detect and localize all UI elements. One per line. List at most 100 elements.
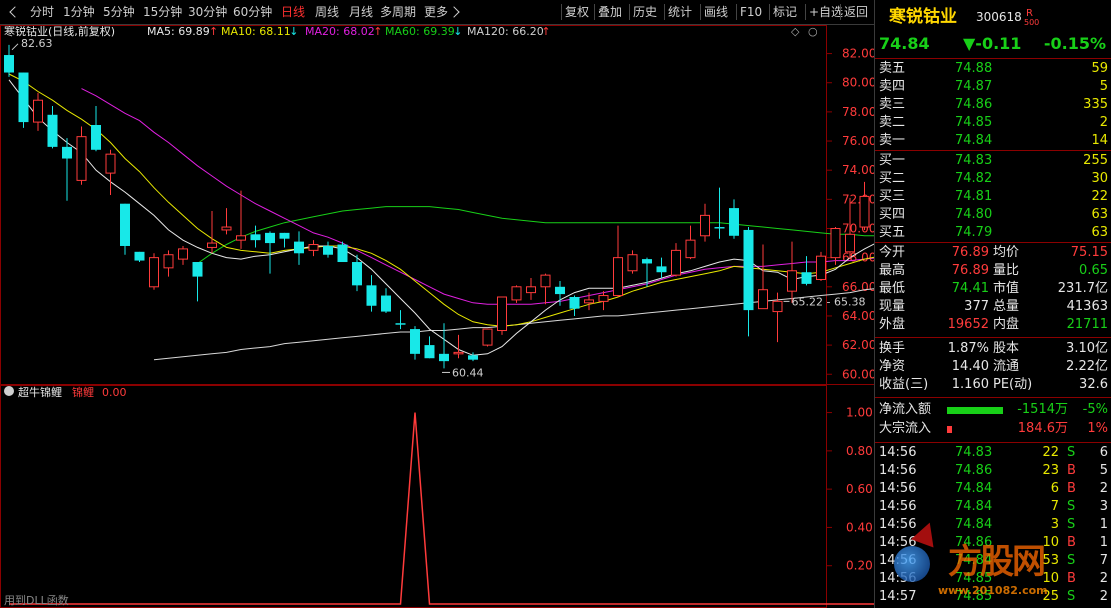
y-tick-label: 80.00 xyxy=(842,76,874,90)
candle-body xyxy=(598,295,609,302)
candle-body xyxy=(62,146,72,159)
toolbar-action-7[interactable]: +自选 xyxy=(809,0,843,24)
toolbar-action-8[interactable]: 返回 xyxy=(844,0,868,24)
chevron-left-icon[interactable] xyxy=(9,6,21,18)
bid-label: 买五 xyxy=(879,225,906,240)
stat-value: 377 xyxy=(964,299,989,314)
ask-volume: 59 xyxy=(1091,61,1108,76)
ask-label: 卖一 xyxy=(879,133,906,148)
stat-value: 0.65 xyxy=(1079,263,1108,278)
bid-label: 买一 xyxy=(879,153,906,168)
bid-price: 74.81 xyxy=(955,189,993,204)
ask-price: 74.85 xyxy=(955,115,993,130)
stock-tag-num: 500 xyxy=(1024,18,1040,27)
tick-volume: 22 xyxy=(1042,445,1059,460)
candle-body xyxy=(569,297,580,309)
stat-value: 76.89 xyxy=(951,263,989,278)
chevron-right-icon[interactable] xyxy=(448,6,460,18)
period-tab-10[interactable]: 更多 xyxy=(424,0,448,24)
candle-body xyxy=(497,296,507,332)
y-tick-label: 64.00 xyxy=(842,309,874,323)
tick-count: 2 xyxy=(1099,481,1108,496)
stat-key: 现量 xyxy=(879,299,906,314)
flow-divider xyxy=(875,397,1111,398)
ask-label: 卖二 xyxy=(879,115,906,130)
flow-bar xyxy=(947,407,1003,414)
candle-body xyxy=(410,329,420,354)
tick-side-buy: B xyxy=(1067,481,1076,496)
period-tab-0[interactable]: 分时 xyxy=(30,0,54,24)
y-tick-label: 76.00 xyxy=(842,134,874,148)
candle-body xyxy=(627,254,638,272)
dll-footnote: 用到DLL函数 xyxy=(4,594,69,607)
toolbar-divider xyxy=(664,4,665,20)
candle-body xyxy=(221,226,232,231)
toolbar-action-0[interactable]: 复权 xyxy=(565,0,589,24)
candlestick-chart[interactable]: 82.0080.0078.0076.0074.0072.0070.0068.00… xyxy=(0,25,874,385)
tick-side-buy: B xyxy=(1067,463,1076,478)
candle-body xyxy=(120,203,130,246)
candle-body xyxy=(584,299,594,304)
candle-body xyxy=(91,125,101,150)
toolbar-divider xyxy=(736,4,737,20)
ma5-line xyxy=(8,79,874,356)
toolbar-action-2[interactable]: 历史 xyxy=(633,0,657,24)
flow-pct: 1% xyxy=(1087,421,1108,436)
bid-volume: 63 xyxy=(1091,207,1108,222)
stat-key: PE(动) xyxy=(993,377,1033,392)
toolbar-action-6[interactable]: 标记 xyxy=(773,0,797,24)
stat-key: 换手 xyxy=(879,341,906,356)
candle-body xyxy=(555,286,565,295)
tick-volume: 53 xyxy=(1042,553,1059,568)
toolbar-action-1[interactable]: 叠加 xyxy=(598,0,622,24)
period-tab-5[interactable]: 60分钟 xyxy=(233,0,272,24)
period-tab-6[interactable]: 日线 xyxy=(281,0,305,24)
y-tick-label: 60.00 xyxy=(842,367,874,381)
tick-volume: 10 xyxy=(1042,535,1059,550)
tick-side-sell: S xyxy=(1067,445,1076,460)
period-tab-8[interactable]: 月线 xyxy=(349,0,373,24)
period-tab-1[interactable]: 1分钟 xyxy=(63,0,95,24)
tick-price: 74.83 xyxy=(955,445,993,460)
candle-body xyxy=(265,232,275,244)
low-note: 60.44 xyxy=(452,366,484,379)
tick-time: 14:56 xyxy=(879,517,917,532)
period-tab-3[interactable]: 15分钟 xyxy=(143,0,182,24)
toolbar-action-4[interactable]: 画线 xyxy=(704,0,728,24)
stat-key: 内盘 xyxy=(993,317,1020,332)
tick-time: 14:56 xyxy=(879,553,917,568)
toolbar-action-3[interactable]: 统计 xyxy=(668,0,692,24)
tick-count: 7 xyxy=(1099,553,1108,568)
bid-volume: 63 xyxy=(1091,225,1108,240)
stat-value: 21711 xyxy=(1066,317,1108,332)
stat-row: 最低 74.41 市值 231.7亿 xyxy=(875,280,1111,298)
tick-count: 5 xyxy=(1099,463,1108,478)
period-tab-7[interactable]: 周线 xyxy=(315,0,339,24)
stats-divider xyxy=(875,242,1111,243)
stat-value: 3.10亿 xyxy=(1066,341,1108,356)
period-tab-4[interactable]: 30分钟 xyxy=(188,0,227,24)
stat-row: 今开 76.89 均价 75.15 xyxy=(875,244,1111,262)
candle-body xyxy=(656,266,667,273)
indicator-chart[interactable]: 1.00 0.80 0.60 0.40 0.20 xyxy=(0,385,874,608)
y-tick-label: 62.00 xyxy=(842,338,874,352)
period-tab-2[interactable]: 5分钟 xyxy=(103,0,135,24)
ask-label: 卖三 xyxy=(879,97,906,112)
ask-row: 卖二 74.85 2 xyxy=(875,114,1111,132)
candle-body xyxy=(192,262,203,277)
sub-y-tick-label: 0.40 xyxy=(846,520,873,534)
candle-body xyxy=(801,272,812,284)
bid-price: 74.82 xyxy=(955,171,993,186)
y-tick-label: 74.00 xyxy=(842,163,874,177)
bid-volume: 22 xyxy=(1091,189,1108,204)
bid-price: 74.80 xyxy=(955,207,993,222)
period-tab-9[interactable]: 多周期 xyxy=(380,0,416,24)
candle-body xyxy=(294,241,304,254)
tick-count: 2 xyxy=(1099,589,1108,604)
tick-row: 14:56 74.84 6 B 2 xyxy=(875,480,1111,498)
toolbar-divider xyxy=(629,4,630,20)
candle-body xyxy=(352,262,362,286)
tick-count: 1 xyxy=(1099,535,1108,550)
toolbar-action-5[interactable]: F10 xyxy=(740,0,762,24)
flow-label: 大宗流入 xyxy=(879,421,932,436)
